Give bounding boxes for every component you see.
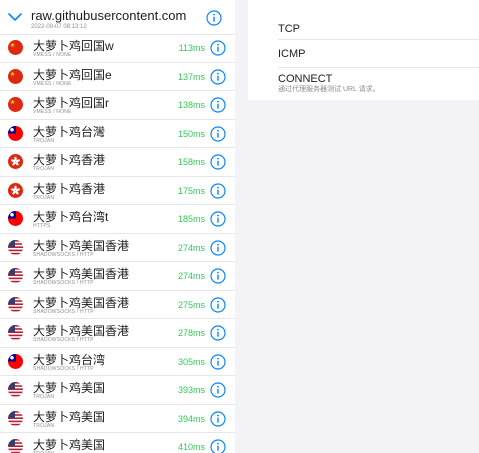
option-connect[interactable]: CONNECT 通过代理服务器测试 URL 请求。 [248, 68, 479, 100]
proxy-latency: 185ms [177, 214, 205, 224]
proxy-latency: 158ms [177, 157, 205, 167]
info-icon[interactable] [210, 239, 226, 256]
proxy-row[interactable]: 大萝卜鸡台湾 SHADOWSOCKS / HTTP 305ms [0, 348, 235, 376]
proxy-protocol: SHADOWSOCKS / HTTP [33, 251, 94, 258]
hk-flag-icon [8, 154, 23, 169]
proxy-latency: 113ms [178, 43, 205, 53]
cn-flag-icon [8, 97, 23, 112]
info-icon[interactable] [206, 10, 222, 26]
info-icon[interactable] [210, 154, 226, 170]
proxy-row[interactable]: 大萝卜鸡台灣 TROJAN 150ms [0, 120, 235, 148]
proxy-row[interactable]: 大萝卜鸡美国TROJAN410ms [0, 433, 235, 453]
proxy-protocol: VMESS / NONE [33, 80, 72, 87]
proxy-row[interactable]: 大萝卜鸡台湾t HTTPS 185ms [0, 205, 235, 234]
us-flag-icon [8, 296, 23, 312]
info-icon[interactable] [210, 182, 226, 199]
proxy-protocol: VMESS / NONE [33, 52, 72, 58]
proxy-protocol: SHADOWSOCKS / HTTP [33, 365, 94, 372]
proxy-latency: 274ms [177, 242, 205, 253]
subscription-date: 2022-09-07 08:13:12 [31, 24, 87, 30]
info-icon[interactable] [210, 325, 226, 341]
info-icon[interactable] [210, 40, 226, 56]
us-flag-icon [8, 439, 23, 453]
proxy-latency: 175ms [177, 185, 205, 196]
panel-divider [235, 0, 248, 453]
chevron-down-icon[interactable] [8, 10, 22, 24]
proxy-protocol: SHADOWSOCKS / HTTP [33, 308, 94, 315]
proxy-row[interactable]: 大萝卜鸡回国r VMESS / NONE 138ms [0, 91, 235, 120]
proxy-protocol: TROJAN [33, 394, 55, 400]
info-icon[interactable] [210, 68, 226, 85]
us-flag-icon [8, 268, 23, 283]
cn-flag-icon [8, 68, 23, 84]
proxy-latency: 393ms [177, 385, 205, 395]
proxy-protocol: HTTPS [33, 223, 51, 229]
proxy-latency: 305ms [177, 356, 205, 367]
proxy-row[interactable]: 大萝卜鸡香港 TROJAN 175ms [0, 177, 235, 205]
info-icon[interactable] [210, 439, 226, 453]
proxy-row[interactable]: 大萝卜鸡美国 TROJAN 393ms [0, 376, 235, 405]
proxy-row[interactable]: 大萝卜鸡香港 TROJAN 158ms [0, 148, 235, 177]
option-icmp-label: ICMP [278, 48, 306, 60]
proxy-latency: 410ms [177, 442, 205, 452]
proxy-protocol: SHADOWSOCKS / HTTP [33, 280, 94, 286]
proxy-protocol: VMESS / NONE [33, 109, 72, 115]
info-icon[interactable] [210, 296, 226, 313]
subscription-title: raw.githubusercontent.com [31, 8, 187, 23]
subscription-header[interactable]: raw.githubusercontent.com 2022-09-07 08:… [0, 0, 235, 35]
proxy-protocol: TROJAN [33, 166, 55, 172]
proxy-row[interactable]: 大萝卜鸡美国香港 SHADOWSOCKS / HTTP 274ms [0, 234, 235, 262]
proxy-protocol: TROJAN [33, 422, 55, 429]
cn-flag-icon [8, 40, 23, 55]
info-icon[interactable] [210, 211, 226, 227]
tw-flag-icon [8, 353, 23, 369]
option-connect-description: 通过代理服务器测试 URL 请求。 [278, 86, 380, 93]
info-icon[interactable] [210, 268, 226, 284]
us-flag-icon [8, 410, 23, 426]
us-flag-icon [8, 382, 23, 397]
option-tcp-label: TCP [278, 23, 300, 35]
info-icon[interactable] [210, 410, 226, 427]
us-flag-icon [8, 325, 23, 340]
proxy-row[interactable]: 大萝卜鸡回国w VMESS / NONE 113ms [0, 34, 235, 63]
proxy-latency: 394ms [177, 413, 205, 424]
option-tcp[interactable]: TCP [248, 0, 479, 40]
info-icon[interactable] [210, 97, 226, 113]
proxy-latency: 275ms [177, 299, 205, 310]
info-icon[interactable] [210, 125, 226, 142]
proxy-row[interactable]: 大萝卜鸡美国香港 SHADOWSOCKS / HTTP 274ms [0, 262, 235, 291]
proxy-latency: 278ms [177, 328, 205, 338]
info-icon[interactable] [210, 382, 226, 398]
us-flag-icon [8, 239, 23, 255]
proxy-row[interactable]: 大萝卜鸡回国e VMESS / NONE 137ms [0, 63, 235, 91]
proxy-latency: 138ms [177, 100, 205, 110]
proxy-row[interactable]: 大萝卜鸡美国 TROJAN 394ms [0, 405, 235, 433]
proxy-protocol: SHADOWSOCKS / HTTP [33, 337, 94, 343]
proxy-protocol: TROJAN [33, 137, 55, 144]
tw-flag-icon [8, 211, 23, 226]
test-method-panel: TCP ICMP CONNECT 通过代理服务器测试 URL 请求。 [248, 0, 479, 100]
tw-flag-icon [8, 125, 23, 141]
proxy-protocol: TROJAN [33, 194, 55, 201]
option-icmp[interactable]: ICMP [248, 40, 479, 68]
info-icon[interactable] [210, 353, 226, 370]
proxy-row[interactable]: 大萝卜鸡美国香港 SHADOWSOCKS / HTTP 275ms [0, 291, 235, 319]
proxy-row[interactable]: 大萝卜鸡美国香港 SHADOWSOCKS / HTTP 278ms [0, 319, 235, 348]
proxy-latency: 274ms [177, 271, 205, 281]
hk-flag-icon [8, 182, 23, 198]
proxy-list-panel: raw.githubusercontent.com 2022-09-07 08:… [0, 0, 235, 453]
proxy-latency: 137ms [177, 71, 205, 82]
proxy-latency: 150ms [177, 128, 205, 139]
